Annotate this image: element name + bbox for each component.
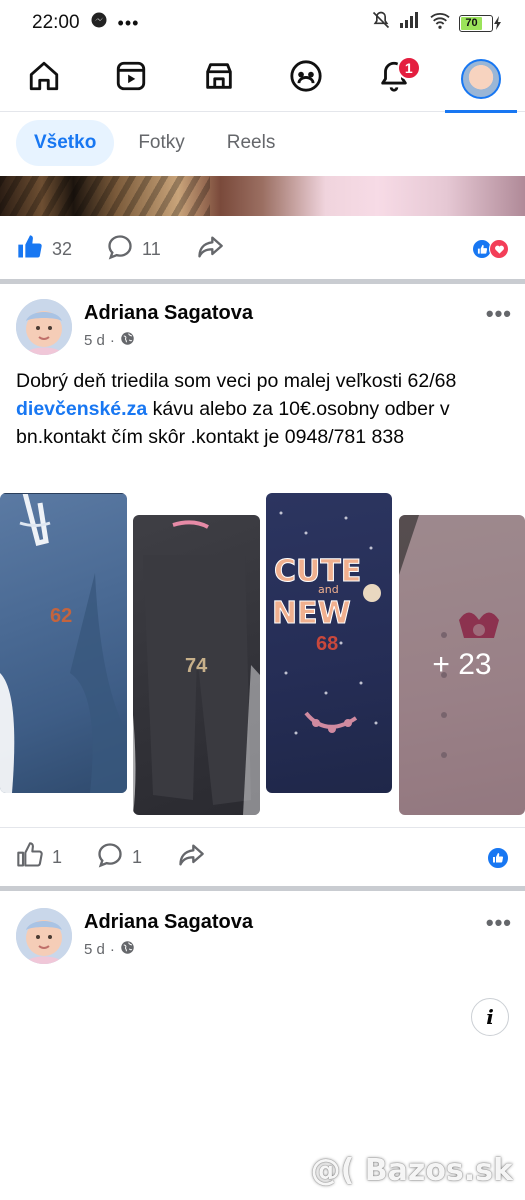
nav-marketplace[interactable] (179, 46, 259, 112)
groups-icon (289, 59, 323, 98)
author-avatar[interactable] (16, 299, 72, 355)
photo-size-label: 74 (185, 655, 208, 677)
nav-groups[interactable] (266, 46, 346, 112)
signal-icon (399, 11, 421, 35)
wifi-icon (429, 11, 451, 35)
tab-all[interactable]: Všetko (16, 120, 115, 166)
post-time[interactable]: 5 d (84, 332, 105, 349)
like-count: 1 (52, 847, 63, 867)
watermark: @( Bazos.sk (310, 1153, 513, 1188)
previous-post-actions: 32 11 (0, 219, 525, 279)
more-photos-count: + 23 (432, 648, 492, 681)
messenger-icon (90, 11, 108, 35)
like-count: 32 (52, 238, 73, 259)
post-actions: 1 1 (0, 827, 525, 887)
post-divider (0, 886, 525, 891)
author-name[interactable]: Adriana Sagatova (84, 911, 253, 934)
battery-icon: 70 (459, 14, 503, 32)
comment-count: 1 (132, 847, 143, 867)
globe-icon (120, 940, 135, 959)
post-header: Adriana Sagatova 5 d · ••• (16, 299, 516, 359)
post-meta: 5 d · (84, 331, 135, 350)
globe-icon (120, 331, 135, 350)
comment-icon (106, 233, 134, 266)
thumbs-up-icon (16, 841, 44, 874)
post-divider (0, 279, 525, 284)
nav-reels[interactable] (91, 46, 171, 112)
tab-photos[interactable]: Fotky (120, 120, 202, 166)
hashtag-link[interactable]: dievčenské.za (16, 398, 147, 420)
comment-button[interactable]: 11 (106, 233, 161, 266)
status-bar: 22:00 ••• 70 (0, 0, 525, 46)
next-post-header: Adriana Sagatova 5 d · ••• (16, 908, 516, 968)
post-text: Dobrý deň triedila som veci po malej veľ… (16, 370, 457, 448)
nav-notifications[interactable]: 1 (354, 46, 434, 112)
photo-size-label: 68 (316, 633, 339, 655)
info-icon: i (486, 1005, 494, 1029)
author-name[interactable]: Adriana Sagatova (84, 302, 253, 325)
post-photo-1[interactable]: 62 (0, 493, 127, 793)
svg-text:and: and (318, 583, 339, 596)
post-photo-3[interactable]: CUTE and NEW 68 (266, 493, 392, 793)
comment-count: 11 (142, 238, 161, 259)
more-options-button[interactable]: ••• (486, 301, 512, 327)
love-reaction-icon (489, 239, 509, 259)
notification-badge: 1 (396, 55, 421, 80)
author-avatar[interactable] (16, 908, 72, 964)
profile-avatar (461, 58, 502, 99)
comment-button[interactable]: 1 (96, 841, 142, 874)
previous-post-image[interactable] (0, 176, 525, 216)
store-icon (202, 59, 236, 98)
more-dots-icon: ••• (117, 12, 140, 33)
share-button[interactable] (195, 233, 225, 266)
more-options-button[interactable]: ••• (486, 910, 512, 936)
like-button[interactable]: 1 (16, 841, 62, 874)
post-time[interactable]: 5 d (84, 941, 105, 958)
info-button[interactable]: i (471, 998, 509, 1036)
more-photos-overlay[interactable]: + 23 (399, 515, 525, 815)
nav-profile[interactable] (441, 46, 521, 113)
post-meta: 5 d · (84, 940, 135, 959)
reaction-summary[interactable] (487, 846, 509, 869)
thumbs-up-filled-icon (16, 233, 44, 266)
nav-home[interactable] (4, 46, 84, 112)
share-icon (195, 233, 225, 266)
share-icon (176, 841, 206, 874)
comment-icon (96, 841, 124, 874)
post-photo-4[interactable]: + 23 (399, 515, 525, 815)
svg-text:NEW: NEW (272, 596, 351, 631)
photo-size-label: 62 (50, 605, 73, 627)
reaction-summary[interactable] (472, 239, 509, 259)
share-button[interactable] (176, 841, 206, 874)
like-button[interactable]: 32 (16, 233, 72, 266)
like-reaction-icon (487, 846, 509, 869)
tab-reels[interactable]: Reels (209, 120, 294, 166)
home-icon (27, 59, 61, 98)
mute-icon (371, 10, 391, 36)
filter-tabs: Všetko Fotky Reels (0, 112, 525, 174)
video-icon (114, 59, 148, 98)
top-navigation: 1 (0, 46, 525, 113)
status-time: 22:00 (32, 12, 80, 33)
post-photo-2[interactable]: 74 (133, 515, 260, 815)
